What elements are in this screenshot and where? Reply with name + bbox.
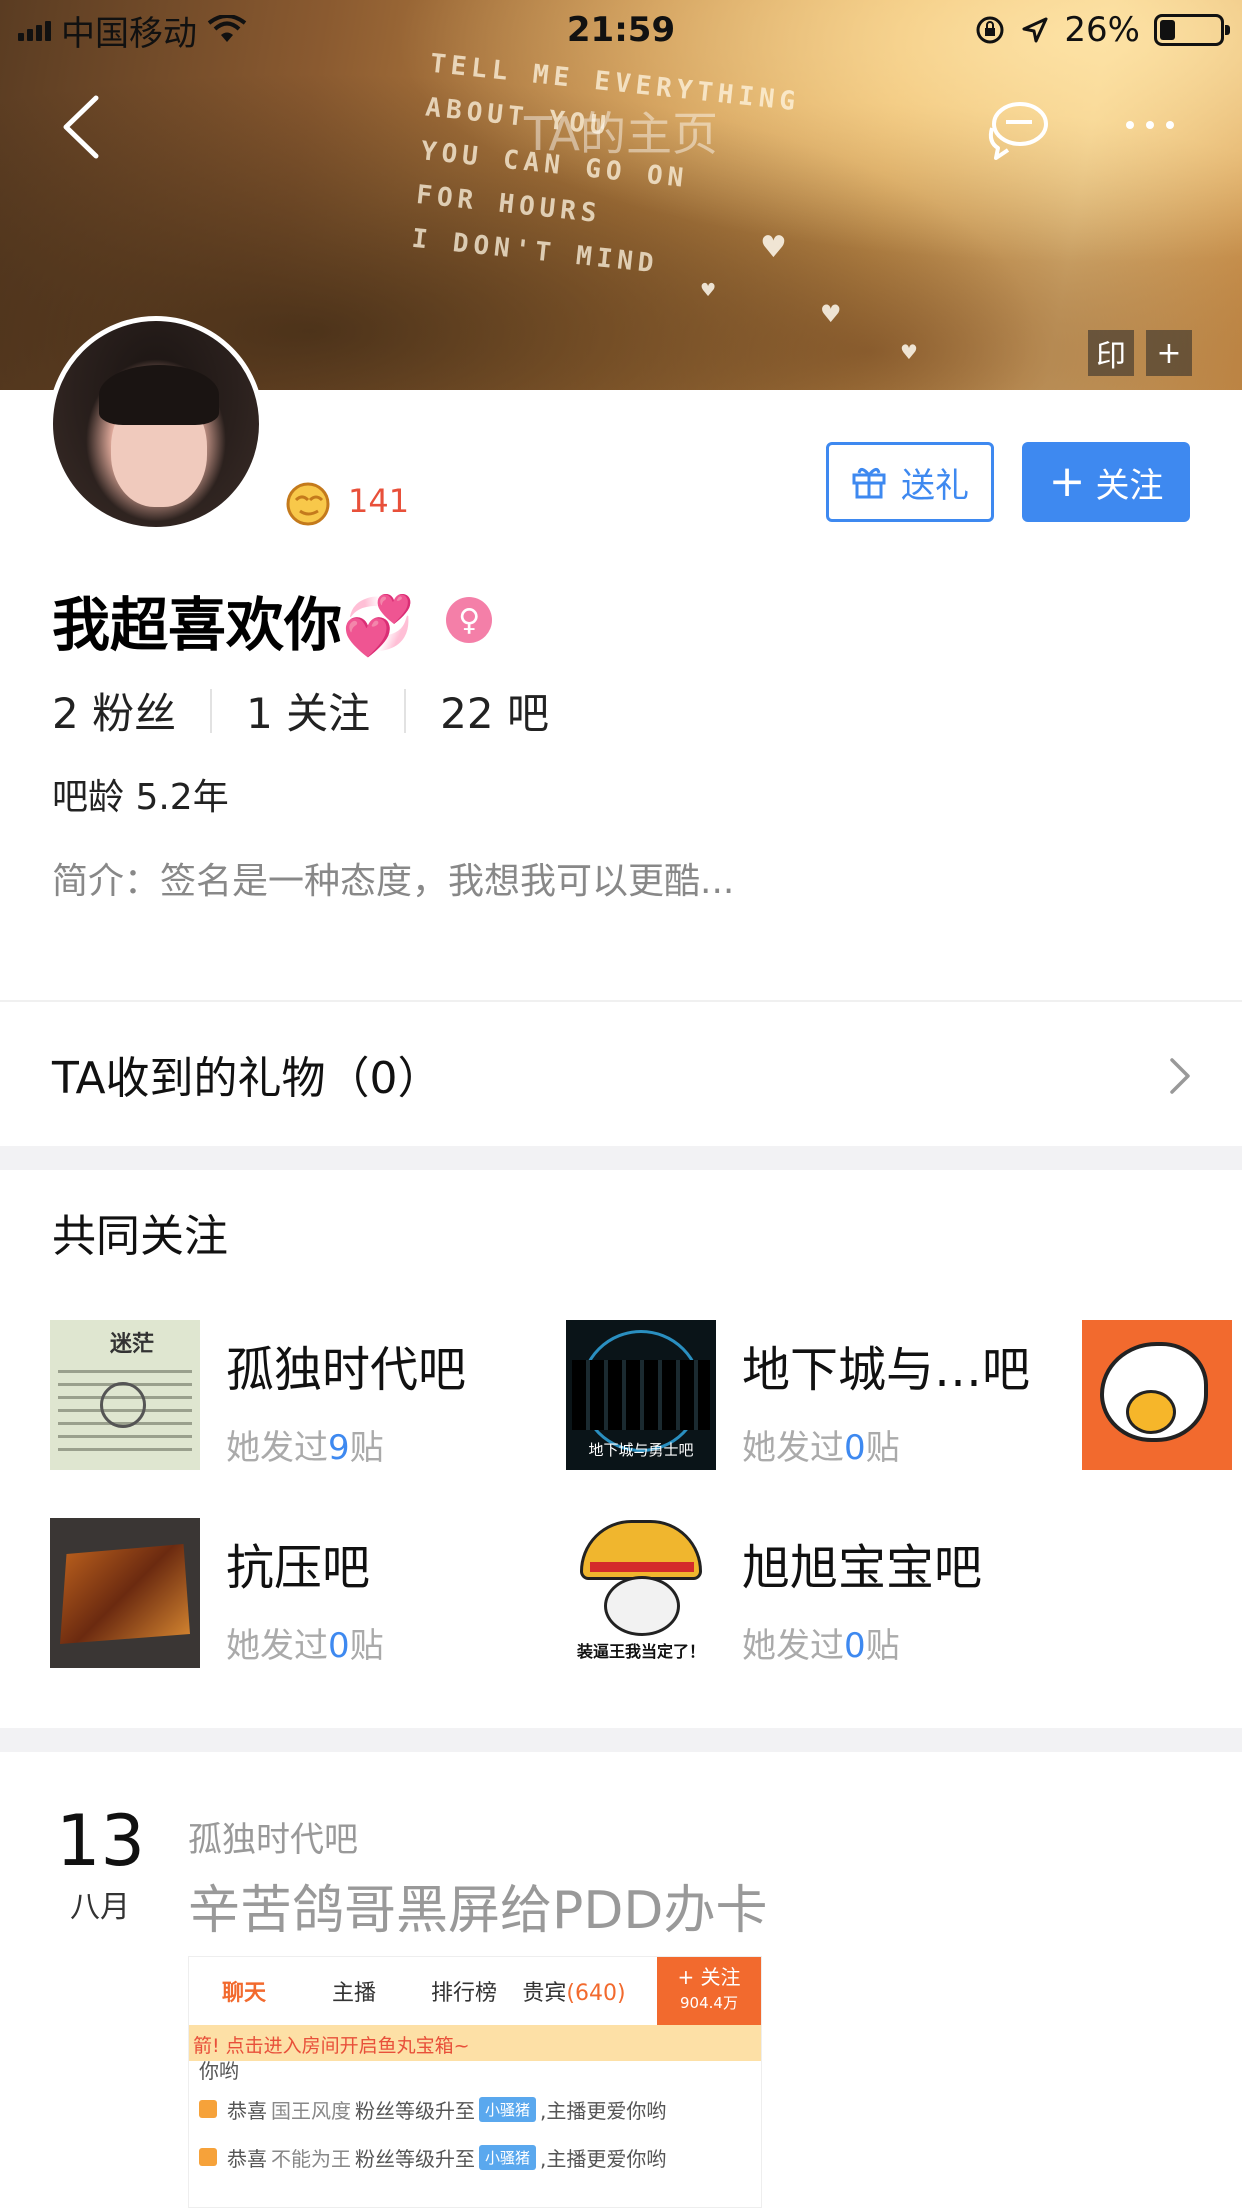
battery-fill bbox=[1160, 20, 1176, 40]
post-title[interactable]: 辛苦鸽哥黑屏给PDD办卡 bbox=[188, 1868, 767, 1943]
status-bar: 中国移动 21:59 26% bbox=[0, 0, 1242, 60]
follow-label: 关注 bbox=[1095, 465, 1164, 506]
post-count: 她发过0贴 bbox=[742, 1428, 900, 1468]
image-tab: 主播 bbox=[331, 1981, 376, 2006]
follow-button[interactable]: + 关注 bbox=[1022, 442, 1190, 522]
image-text: 你哟 bbox=[199, 2059, 239, 2083]
plus-icon: + bbox=[1048, 456, 1086, 507]
section-gap bbox=[0, 1146, 1242, 1170]
wifi-icon bbox=[207, 15, 247, 42]
following-count[interactable]: 1 关注 bbox=[246, 680, 404, 741]
forum-item[interactable]: 地下城与勇士吧 地下城与…吧 她发过0贴 bbox=[566, 1320, 1030, 1470]
forum-name: 抗压吧 bbox=[226, 1540, 371, 1596]
image-tabs: 聊天 主播 排行榜 贵宾(640) + 关注 904.4万 bbox=[189, 1957, 761, 2025]
battery-percent: 26% bbox=[1064, 10, 1140, 50]
received-gifts-row[interactable]: TA收到的礼物（0） bbox=[0, 1004, 1242, 1144]
female-icon: ♀ bbox=[446, 597, 493, 643]
divider bbox=[0, 1000, 1242, 1002]
rotation-lock-icon bbox=[976, 16, 1004, 44]
level-badge-icon bbox=[286, 482, 330, 526]
forums-count[interactable]: 22 吧 bbox=[440, 680, 583, 741]
forum-item[interactable]: 迷茫 孤独时代吧 她发过9贴 bbox=[50, 1320, 466, 1470]
bio: 简介：签名是一种态度，我想我可以更酷... bbox=[52, 861, 735, 902]
signal-icon bbox=[18, 19, 51, 41]
forum-item[interactable] bbox=[1082, 1320, 1232, 1470]
gift-icon bbox=[852, 468, 886, 499]
battery-icon bbox=[1154, 14, 1230, 46]
divider bbox=[404, 688, 407, 733]
gift-label: 送礼 bbox=[901, 465, 969, 506]
heart-icon: ♥ bbox=[760, 230, 787, 265]
section-gap bbox=[0, 1728, 1242, 1752]
received-gifts-label: TA收到的礼物（0） bbox=[52, 1053, 442, 1104]
image-follow-badge: + 关注 904.4万 bbox=[657, 1957, 761, 2025]
heart-icon: ♥ bbox=[900, 340, 918, 364]
avatar[interactable] bbox=[48, 316, 264, 532]
thumbnail-caption: 地下城与勇士吧 bbox=[588, 1441, 694, 1459]
divider bbox=[210, 688, 213, 733]
more-icon[interactable] bbox=[1126, 110, 1186, 140]
image-chat-line: 恭喜 不能为王 粉丝等级升至 小骚猪 ,主播更爱你哟 bbox=[199, 2133, 751, 2181]
image-banner: 箭! 点击进入房间开启鱼丸宝箱~ bbox=[189, 2025, 761, 2061]
forum-item[interactable]: 抗压吧 她发过0贴 bbox=[50, 1518, 384, 1668]
post-image[interactable]: 聊天 主播 排行榜 贵宾(640) + 关注 904.4万 箭! 点击进入房间开… bbox=[188, 1956, 762, 2208]
post-count: 她发过0贴 bbox=[226, 1626, 384, 1666]
forum-thumbnail: 迷茫 bbox=[50, 1320, 200, 1470]
forum-item[interactable]: 装逼王我当定了！ 旭旭宝宝吧 她发过0贴 bbox=[566, 1518, 982, 1668]
mutual-follow-title: 共同关注 bbox=[52, 1211, 228, 1262]
forum-thumbnail: 装逼王我当定了！ bbox=[566, 1518, 716, 1668]
username-text: 我超喜欢你💞 bbox=[52, 591, 415, 659]
image-tab: 聊天 bbox=[221, 1981, 266, 2006]
post-date-day: 13 bbox=[56, 1800, 146, 1882]
heart-icon: ♥ bbox=[700, 280, 717, 301]
image-tab: 排行榜 bbox=[430, 1981, 497, 2006]
chevron-right-icon bbox=[1170, 1058, 1190, 1094]
page-title: TA的主页 bbox=[524, 107, 718, 161]
image-chat-line: 恭喜 国王风度 粉丝等级升至 小骚猪 ,主播更爱你哟 bbox=[199, 2085, 751, 2133]
post-count: 她发过9贴 bbox=[226, 1428, 384, 1468]
thumbnail-caption: 装逼王我当定了！ bbox=[576, 1642, 705, 1661]
thumbnail-caption: 迷茫 bbox=[110, 1332, 155, 1357]
forum-name: 孤独时代吧 bbox=[226, 1342, 467, 1398]
username: 我超喜欢你💞 ♀ bbox=[52, 578, 493, 662]
image-tab: 贵宾(640) bbox=[522, 1981, 626, 2006]
forum-name: 地下城与…吧 bbox=[742, 1342, 1031, 1398]
stamp-button[interactable]: 印 bbox=[1088, 330, 1134, 376]
fans-count[interactable]: 2 粉丝 bbox=[52, 680, 210, 741]
stats-row: 2 粉丝 1 关注 22 吧 bbox=[52, 680, 583, 741]
forum-thumbnail bbox=[50, 1518, 200, 1668]
heart-icon: ♥ bbox=[820, 300, 842, 328]
post-forum-name[interactable]: 孤独时代吧 bbox=[188, 1812, 358, 1861]
send-gift-button[interactable]: 送礼 bbox=[826, 442, 994, 522]
banner-poem: TELL ME EVERYTHING ABOUT YOU YOU CAN GO … bbox=[409, 42, 801, 298]
account-age: 吧龄 5.2年 bbox=[52, 777, 229, 818]
location-arrow-icon bbox=[1022, 17, 1048, 43]
forum-name: 旭旭宝宝吧 bbox=[742, 1540, 983, 1596]
chat-bubbles-icon[interactable] bbox=[982, 94, 1052, 164]
level-number: 141 bbox=[348, 482, 410, 520]
forum-thumbnail bbox=[1082, 1320, 1232, 1470]
post-count: 她发过0贴 bbox=[742, 1626, 900, 1666]
forum-thumbnail: 地下城与勇士吧 bbox=[566, 1320, 716, 1470]
carrier-label: 中国移动 bbox=[61, 13, 197, 54]
post-date-month: 八月 bbox=[70, 1890, 130, 1925]
add-cover-button[interactable]: + bbox=[1146, 330, 1192, 376]
